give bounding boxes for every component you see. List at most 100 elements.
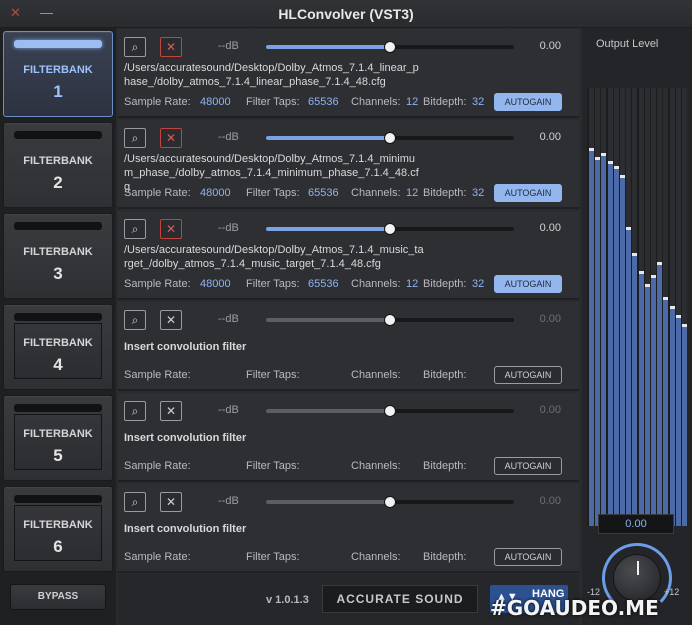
- clear-filter-icon[interactable]: ✕: [160, 37, 182, 57]
- output-meter-channel: [632, 88, 638, 526]
- output-panel: Output Level 0.00 -12 +12: [582, 28, 692, 625]
- search-icon[interactable]: ⌕: [124, 128, 146, 148]
- output-meter-peak: [675, 315, 681, 318]
- filter-row-5: ⌕ ✕ --dB 0.00 Insert convolution filter Sampl…: [118, 393, 579, 482]
- output-meter-level: [601, 154, 607, 526]
- filter-taps-label: Filter Taps:: [246, 460, 300, 472]
- filter-taps-label: Filter Taps:: [246, 369, 300, 381]
- clear-filter-icon[interactable]: ✕: [160, 219, 182, 239]
- filterbank-button-3[interactable]: FILTERBANK 3: [3, 213, 113, 299]
- gain-db-label: --dB: [218, 222, 239, 234]
- search-icon[interactable]: ⌕: [124, 401, 146, 421]
- gain-slider-handle[interactable]: [384, 405, 396, 417]
- filter-row-4: ⌕ ✕ --dB 0.00 Insert convolution filter Sampl…: [118, 302, 579, 391]
- gain-slider[interactable]: [266, 223, 514, 235]
- output-meter-level: [626, 228, 632, 526]
- output-meter-channel: [644, 88, 650, 526]
- output-meter-peak: [651, 275, 656, 278]
- filterbank-button-1[interactable]: FILTERBANK 1: [3, 31, 113, 117]
- filterbank-indicator: [14, 313, 102, 321]
- search-icon[interactable]: ⌕: [124, 37, 146, 57]
- filter-taps-value: 65536: [308, 187, 339, 199]
- sample-rate-label: Sample Rate:: [124, 460, 191, 472]
- filter-taps-label: Filter Taps:: [246, 187, 300, 199]
- gain-slider[interactable]: [266, 132, 514, 144]
- clear-filter-icon[interactable]: ✕: [160, 492, 182, 512]
- autogain-button[interactable]: AUTOGAIN: [494, 548, 562, 566]
- filterbank-indicator: [14, 131, 102, 139]
- clear-filter-icon[interactable]: ✕: [160, 128, 182, 148]
- filterbank-indicator: [14, 495, 102, 503]
- channels-label: Channels:: [351, 96, 401, 108]
- filterbank-label: FILTERBANK: [23, 155, 93, 167]
- gain-db-label: --dB: [218, 40, 239, 52]
- autogain-button[interactable]: AUTOGAIN: [494, 275, 562, 293]
- sample-rate-value: 48000: [200, 187, 231, 199]
- autogain-button[interactable]: AUTOGAIN: [494, 93, 562, 111]
- filter-row-2: ⌕ ✕ --dB 0.00/Users/accuratesound/Desktop/D…: [118, 120, 579, 209]
- sample-rate-label: Sample Rate:: [124, 369, 191, 381]
- filterbank-button-2[interactable]: FILTERBANK 2: [3, 122, 113, 208]
- clear-filter-icon[interactable]: ✕: [160, 310, 182, 330]
- autogain-button[interactable]: AUTOGAIN: [494, 366, 562, 384]
- filter-row-1: ⌕ ✕ --dB 0.00/Users/accuratesound/Desktop/D…: [118, 29, 579, 118]
- filter-row-3: ⌕ ✕ --dB 0.00/Users/accuratesound/Desktop/D…: [118, 211, 579, 300]
- autogain-button[interactable]: AUTOGAIN: [494, 184, 562, 202]
- output-meter-level: [657, 263, 663, 526]
- gain-slider-fill: [266, 500, 390, 504]
- output-meter-channel: [626, 88, 632, 526]
- gain-value: 0.00: [539, 404, 561, 416]
- filter-path: /Users/accuratesound/Desktop/Dolby_Atmos…: [124, 62, 419, 88]
- sample-rate-label: Sample Rate:: [124, 187, 191, 199]
- gain-slider[interactable]: [266, 314, 514, 326]
- gain-db-label: --dB: [218, 404, 239, 416]
- window-title: HLConvolver (VST3): [278, 6, 414, 22]
- gain-value: 0.00: [539, 131, 561, 143]
- brand-logo: ACCURATE SOUND: [322, 585, 478, 613]
- gain-slider[interactable]: [266, 496, 514, 508]
- output-knob[interactable]: [613, 554, 661, 602]
- gain-slider-handle[interactable]: [384, 41, 396, 53]
- output-meter-peak: [620, 175, 625, 178]
- output-meter-channel: [613, 88, 619, 526]
- channels-value: 12: [406, 187, 419, 199]
- bitdepth-value: 32: [472, 187, 485, 199]
- gain-slider[interactable]: [266, 41, 514, 53]
- filterbank-label: FILTERBANK: [23, 64, 93, 76]
- output-meter-channel: [669, 88, 675, 526]
- filter-taps-value: 65536: [308, 96, 339, 108]
- gain-slider[interactable]: [266, 405, 514, 417]
- filterbank-label: FILTERBANK: [23, 428, 93, 440]
- filterbank-button-6[interactable]: FILTERBANK 6: [3, 486, 113, 572]
- version-label: v 1.0.1.3: [266, 594, 309, 606]
- filterbank-button-5[interactable]: FILTERBANK 5: [3, 395, 113, 481]
- search-icon[interactable]: ⌕: [124, 310, 146, 330]
- search-icon[interactable]: ⌕: [124, 219, 146, 239]
- search-icon[interactable]: ⌕: [124, 492, 146, 512]
- output-meter-level: [620, 176, 625, 526]
- output-value[interactable]: 0.00: [598, 514, 674, 534]
- gain-slider-handle[interactable]: [384, 132, 396, 144]
- gain-slider-handle[interactable]: [384, 223, 396, 235]
- clear-filter-icon[interactable]: ✕: [160, 401, 182, 421]
- filterbank-button-4[interactable]: FILTERBANK 4: [3, 304, 113, 390]
- filter-taps-value: 65536: [308, 278, 339, 290]
- gain-value: 0.00: [539, 40, 561, 52]
- gain-slider-fill: [266, 136, 390, 140]
- filterbank-number: 3: [53, 264, 63, 283]
- filterbank-number: 6: [53, 537, 63, 556]
- autogain-button[interactable]: AUTOGAIN: [494, 457, 562, 475]
- filter-path: Insert convolution filter: [124, 523, 247, 535]
- output-meter-peak: [601, 153, 607, 156]
- output-meter-level: [669, 307, 675, 526]
- gain-value: 0.00: [539, 495, 561, 507]
- output-meter-channel: [607, 88, 613, 526]
- gain-slider-handle[interactable]: [384, 314, 396, 326]
- sample-rate-value: 48000: [200, 96, 231, 108]
- filter-path: Insert convolution filter: [124, 341, 247, 353]
- gain-slider-handle[interactable]: [384, 496, 396, 508]
- filterbank-label: FILTERBANK: [23, 519, 93, 531]
- bypass-button[interactable]: BYPASS: [10, 584, 106, 610]
- output-meter-channel: [682, 88, 687, 526]
- output-meter-peak: [663, 297, 669, 300]
